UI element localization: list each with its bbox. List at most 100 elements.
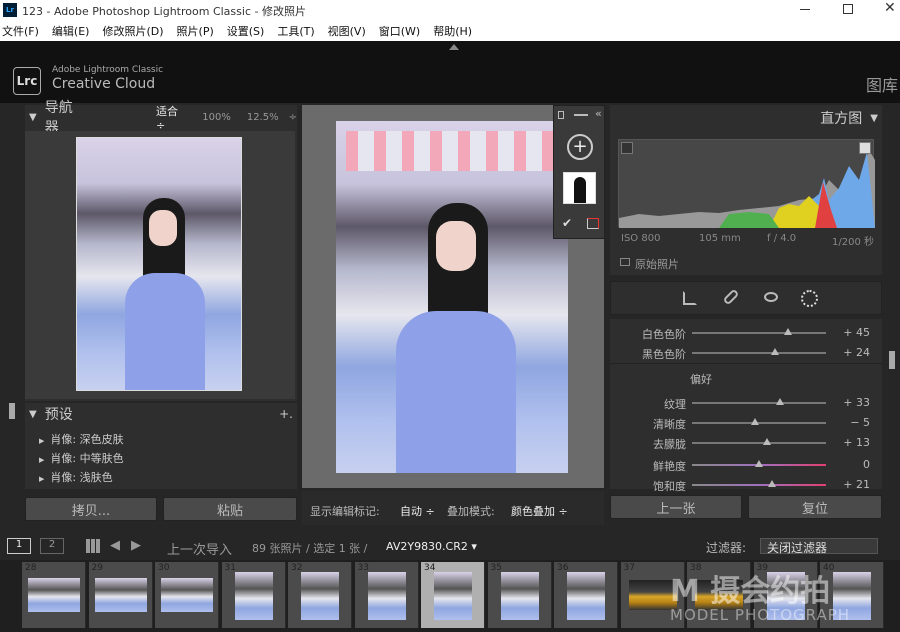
slider-knob[interactable] (750, 418, 759, 425)
filter-select[interactable]: 关闭过滤器 (760, 538, 878, 555)
slider-value[interactable]: + 13 (834, 436, 870, 449)
slider-track[interactable] (692, 422, 826, 424)
preset-item[interactable]: ▶ 肖像: 中等肤色 (39, 450, 124, 466)
forward-arrow-icon[interactable]: ▶ (131, 538, 141, 553)
slider-row[interactable]: 黑色色阶 + 24 (610, 343, 882, 362)
filmstrip-thumb[interactable]: 29 (88, 562, 153, 628)
slider-row[interactable]: 饱和度 + 21 (610, 475, 882, 494)
filmstrip-thumb[interactable]: 36 (554, 562, 618, 628)
slider-value[interactable]: + 33 (834, 396, 870, 409)
presets-header[interactable]: ▼ 预设 +. (25, 403, 297, 425)
panel-minimize-icon[interactable] (574, 114, 588, 116)
maximize-icon[interactable] (843, 4, 853, 14)
add-mask-button[interactable]: + (567, 134, 593, 160)
copy-button[interactable]: 拷贝... (25, 497, 157, 521)
preset-item[interactable]: ▶ 肖像: 浅肤色 (39, 469, 113, 485)
slider-track[interactable] (692, 332, 826, 334)
slider-value[interactable]: − 5 (834, 416, 870, 429)
slider-value[interactable]: + 21 (834, 478, 870, 491)
filmstrip-thumb[interactable]: 39 (753, 562, 818, 628)
filmstrip-thumb[interactable]: 37 (620, 562, 685, 628)
overlay-mode-select[interactable]: 颜色叠加 ÷ (511, 503, 568, 519)
histogram-chart[interactable] (618, 139, 875, 228)
slider-track[interactable] (692, 402, 826, 404)
slider-row[interactable]: 清晰度 − 5 (610, 413, 882, 432)
zoom-125[interactable]: 12.5% (247, 112, 279, 123)
filename[interactable]: AV2Y9830.CR2 ▾ (386, 540, 477, 553)
left-scrollbar[interactable] (9, 403, 15, 419)
close-icon[interactable]: ✕ (884, 0, 896, 16)
filmstrip-thumb[interactable]: 30 (155, 562, 219, 628)
filmstrip-thumb[interactable]: 31 (221, 562, 286, 628)
grid-view-icon[interactable] (86, 539, 100, 553)
slider-knob[interactable] (768, 480, 777, 487)
reset-button[interactable]: 复位 (748, 495, 882, 519)
panel-toggle-icon[interactable] (558, 111, 564, 119)
zoom-100[interactable]: 100% (202, 112, 231, 123)
slider-value[interactable]: + 24 (834, 346, 870, 359)
zoom-fit[interactable]: 适合 ÷ (156, 103, 190, 132)
navigator-preview[interactable] (76, 137, 242, 391)
filmstrip-bar: 1 2 ◀ ▶ 上一次导入 89 张照片 / 选定 1 张 / AV2Y9830… (0, 534, 900, 558)
paste-button[interactable]: 粘贴 (163, 497, 297, 521)
add-preset-icon[interactable]: +. (279, 407, 293, 421)
mask-thumbnail[interactable] (563, 172, 596, 204)
page-2-button[interactable]: 2 (40, 538, 64, 554)
menu-help[interactable]: 帮助(H) (433, 23, 472, 39)
zoom-menu[interactable]: ÷ (289, 112, 297, 123)
menu-view[interactable]: 视图(V) (328, 23, 366, 39)
slider-knob[interactable] (755, 460, 763, 467)
preset-item[interactable]: ▶ 肖像: 深色皮肤 (39, 431, 124, 447)
menu-photo[interactable]: 照片(P) (177, 23, 214, 39)
menu-edit[interactable]: 编辑(E) (52, 23, 90, 39)
original-photo-checkbox[interactable] (620, 258, 630, 266)
filmstrip-thumb[interactable]: 40 (820, 562, 884, 628)
minimize-icon[interactable] (800, 9, 810, 10)
crop-icon[interactable] (683, 291, 697, 305)
histogram-header[interactable]: 直方图 ▼ (610, 105, 882, 131)
back-arrow-icon[interactable]: ◀ (110, 538, 120, 553)
masking-icon[interactable] (801, 290, 818, 307)
menu-file[interactable]: 文件(F) (2, 23, 39, 39)
filmstrip-thumb[interactable]: 34 (421, 562, 485, 628)
module-library[interactable]: 图库 (866, 72, 898, 96)
source-label[interactable]: 上一次导入 (167, 539, 232, 558)
mask-overlay-toggle-icon[interactable] (587, 218, 599, 229)
menu-settings[interactable]: 设置(S) (227, 23, 265, 39)
collapse-top-icon[interactable] (449, 44, 459, 50)
main-photo[interactable] (336, 121, 568, 473)
slider-row[interactable]: 白色色阶 + 45 (610, 323, 882, 342)
slider-knob[interactable] (776, 398, 785, 405)
menu-window[interactable]: 窗口(W) (379, 23, 420, 39)
triangle-down-icon: ▼ (870, 112, 878, 124)
slider-knob[interactable] (784, 328, 793, 335)
slider-row[interactable]: 去朦胧 + 13 (610, 433, 882, 452)
checkmark-icon[interactable]: ✔ (562, 216, 572, 230)
menu-tools[interactable]: 工具(T) (277, 23, 314, 39)
previous-button[interactable]: 上一张 (610, 495, 742, 519)
filmstrip-thumb[interactable]: 35 (487, 562, 552, 628)
shadow-clipping-icon[interactable] (621, 142, 633, 154)
page-1-button[interactable]: 1 (7, 538, 31, 554)
filmstrip-thumb[interactable]: 28 (22, 562, 86, 628)
navigator-header[interactable]: ▼ 导航器 适合 ÷ 100% 12.5% ÷ (25, 100, 297, 136)
healing-icon[interactable] (722, 288, 740, 306)
slider-row[interactable]: 鲜艳度 0 (610, 455, 882, 474)
slider-value[interactable]: + 45 (834, 326, 870, 339)
show-edit-pins-select[interactable]: 自动 ÷ (400, 503, 435, 519)
menu-develop[interactable]: 修改照片(D) (102, 23, 163, 39)
filmstrip-thumb[interactable]: 33 (354, 562, 419, 628)
panel-collapse-icon[interactable]: « (595, 107, 602, 120)
filmstrip-thumb[interactable]: 38 (687, 562, 751, 628)
slider-track[interactable] (692, 352, 826, 354)
red-eye-icon[interactable] (764, 292, 778, 302)
slider-track[interactable] (692, 484, 826, 486)
slider-value[interactable]: 0 (834, 458, 870, 471)
right-scrollbar[interactable] (889, 351, 895, 369)
slider-row[interactable]: 纹理 + 33 (610, 393, 882, 412)
filmstrip-thumb[interactable]: 32 (288, 562, 352, 628)
slider-knob[interactable] (763, 438, 772, 445)
slider-track[interactable] (692, 442, 826, 444)
slider-knob[interactable] (771, 348, 780, 355)
highlight-clipping-icon[interactable] (859, 142, 871, 154)
